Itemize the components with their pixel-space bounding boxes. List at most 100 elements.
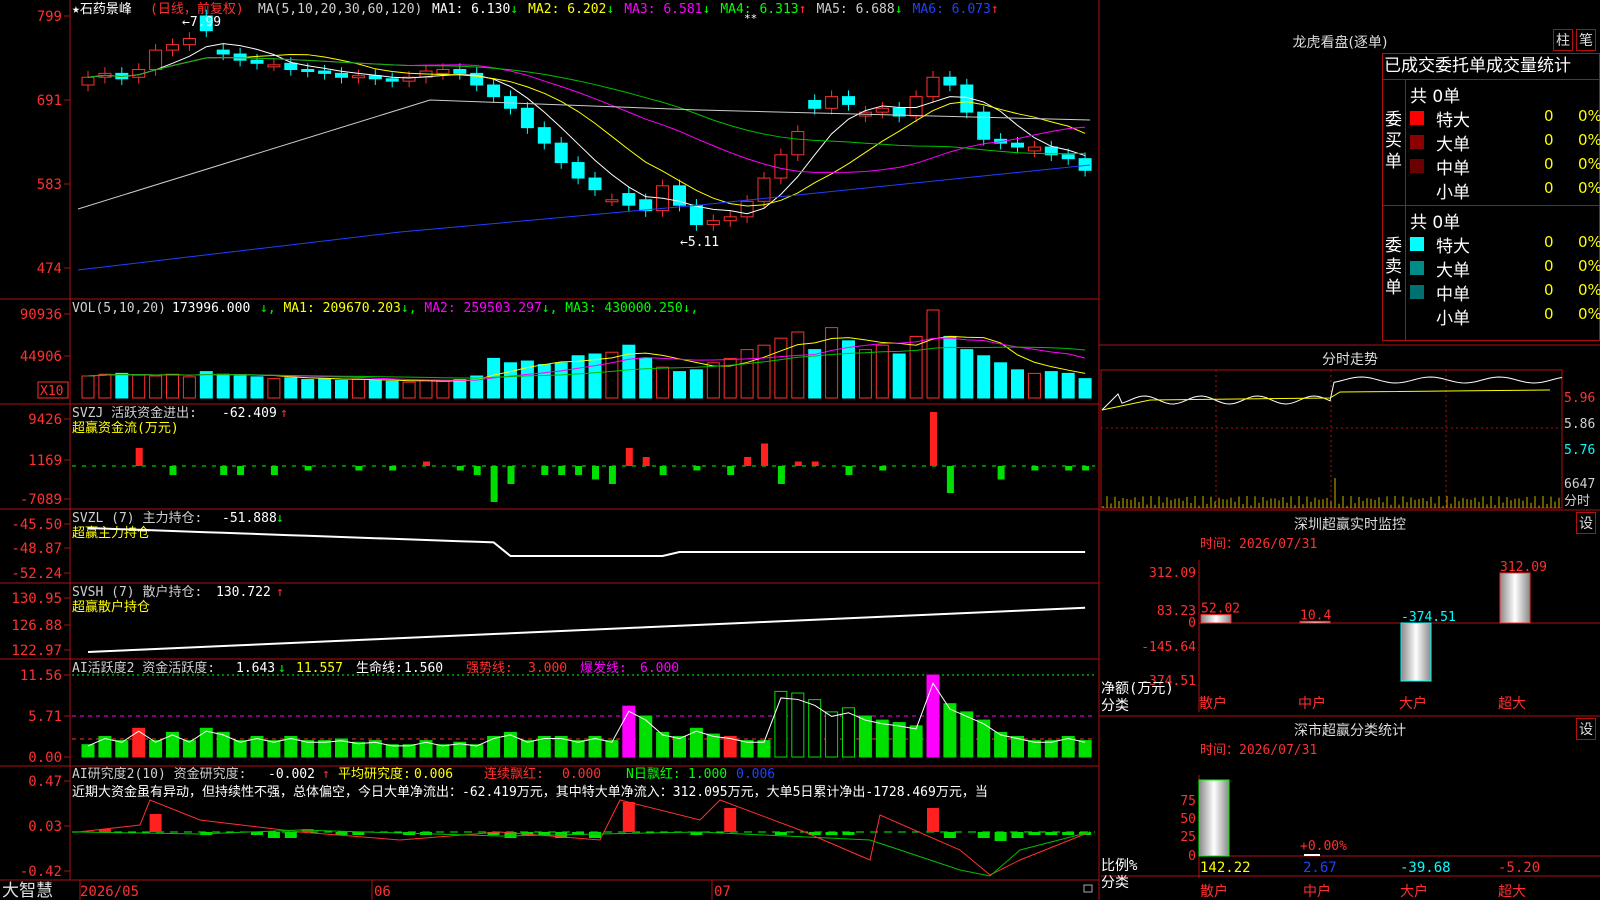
svsh-value: 130.722	[216, 585, 271, 600]
order-row: 中单 0 0%	[1410, 154, 1600, 179]
candle-body	[706, 220, 720, 226]
candle-body	[436, 69, 450, 74]
svzj-bar	[135, 448, 143, 466]
svzl-label: SVZL (7) 主力持仓:	[72, 511, 202, 526]
volume-bar	[1044, 371, 1058, 399]
order-count: 0	[1544, 233, 1554, 251]
order-size-name: 特大	[1436, 111, 1470, 131]
svzj-dir: ↑	[280, 406, 288, 421]
activity-bar	[774, 690, 788, 758]
intraday-price-line	[1101, 376, 1563, 411]
intraday-axis-label: 分时	[1564, 494, 1590, 509]
svzj-bar	[997, 466, 1005, 480]
order-count: 0	[1544, 281, 1554, 299]
svzl-y-tick: -48.87	[11, 541, 62, 557]
monitor-value-label: 312.09	[1500, 560, 1547, 575]
kline-layer	[77, 9, 1092, 271]
burst-line-value: 6.000	[640, 661, 679, 676]
activity-bar	[842, 707, 855, 758]
volume-bar	[605, 351, 619, 399]
research-bar	[943, 832, 956, 838]
intraday-axis-label: 5.86	[1564, 417, 1595, 432]
ai-research-y-tick: -0.42	[20, 864, 62, 880]
kline-y-tick: 799	[37, 9, 62, 25]
pen-view-button[interactable]: 笔	[1576, 29, 1596, 51]
candle-body	[149, 49, 163, 71]
vol-ma-values: ↓, MA1: 209670.203↓, MA2: 259503.297↓, M…	[260, 301, 698, 316]
classify-y-caption: 比例%	[1101, 858, 1138, 874]
activity-bar	[216, 731, 230, 758]
svzj-bar	[1065, 466, 1073, 471]
vol-ma-value: MA3: 430000.250	[565, 301, 682, 316]
ai-active-layer	[72, 674, 1095, 758]
order-size-name: 小单	[1436, 309, 1470, 329]
life-line-value: 1.560	[404, 661, 443, 676]
volume-bar	[571, 355, 585, 399]
classify-value: 142.22	[1200, 860, 1251, 876]
candle-body	[926, 76, 940, 98]
volume-bar	[453, 379, 467, 399]
volume-bar	[673, 371, 686, 399]
ma-value: MA3: 6.581	[624, 2, 702, 17]
order-row: 特大 0 0%	[1410, 106, 1600, 131]
activity-bar	[977, 719, 991, 758]
order-pct: 0%	[1578, 233, 1600, 251]
research-bar	[149, 814, 162, 832]
classify-y-tick: 50	[1180, 812, 1196, 827]
research-bar	[1011, 832, 1024, 838]
classify-settings-button[interactable]: 设	[1576, 718, 1596, 740]
activity-bar	[351, 741, 365, 758]
svzj-bar	[237, 466, 245, 475]
activity-bar	[791, 692, 805, 758]
svzj-bar	[761, 443, 768, 466]
vol-label: VOL(5,10,20)	[72, 301, 166, 316]
stock-chart-canvas[interactable]: 799 691 583 474 90936 44906 9426 1169 -7…	[0, 0, 1600, 900]
ma-line	[87, 43, 1086, 215]
classify-category: 散户	[1200, 883, 1228, 900]
volume-bar	[81, 375, 95, 399]
candle-body	[842, 96, 855, 105]
n-day-red-value: 1.000	[688, 767, 727, 782]
order-count: 0	[1544, 131, 1554, 149]
svzj-bar	[625, 448, 633, 466]
svzj-y-tick: 1169	[28, 453, 62, 469]
monitor-value-label: 52.02	[1201, 602, 1240, 617]
y-tick-marks	[64, 15, 70, 872]
research-bar	[267, 832, 280, 838]
order-count: 0	[1544, 107, 1554, 125]
svzl-subtitle: 超赢主力持仓	[72, 525, 150, 541]
order-pct: 0%	[1578, 305, 1600, 323]
svzj-bar	[270, 466, 278, 475]
ma-direction: ↓	[606, 2, 614, 17]
svzj-bar	[608, 466, 616, 484]
volume-bar	[132, 374, 146, 399]
monitor-layer: 时间：2026/07/31312.0983.230-145.64-374.51净…	[1101, 537, 1600, 714]
candle-body	[351, 75, 365, 79]
volume-bar	[402, 381, 416, 399]
bar-view-button[interactable]: 柱	[1553, 29, 1573, 51]
monitor-value-label: 10.4	[1300, 608, 1331, 623]
lock-icon	[1083, 884, 1093, 893]
volume-bar	[318, 378, 332, 399]
svzl-y-tick: -52.24	[11, 566, 62, 582]
ai-research-label: AI研究度2(10) 资金研究度:	[72, 766, 246, 782]
candle-body	[622, 193, 636, 206]
activity-bar	[858, 715, 872, 758]
dragon-tab-title[interactable]: 已成交委托单成交量统计	[1384, 54, 1600, 78]
research-bar	[352, 832, 365, 835]
svsh-header: SVSH (7) 散户持仓: 130.722 ↑ 超赢散户持仓	[72, 584, 284, 615]
order-color-swatch	[1410, 111, 1424, 125]
order-row: 大单 0 0%	[1410, 256, 1600, 281]
vol-value: 173996.000	[172, 301, 250, 316]
activity-bar	[706, 733, 720, 758]
svzj-bar	[541, 466, 549, 475]
ai-active-value: 1.643	[236, 661, 275, 676]
activity-bar	[926, 674, 940, 758]
candle-body	[520, 107, 534, 129]
research-bar	[622, 802, 635, 832]
kline-y-tick: 691	[37, 93, 62, 109]
candle-body	[808, 100, 822, 109]
activity-bar	[166, 731, 179, 758]
monitor-settings-button[interactable]: 设	[1576, 512, 1596, 534]
volume-bar	[977, 355, 991, 399]
